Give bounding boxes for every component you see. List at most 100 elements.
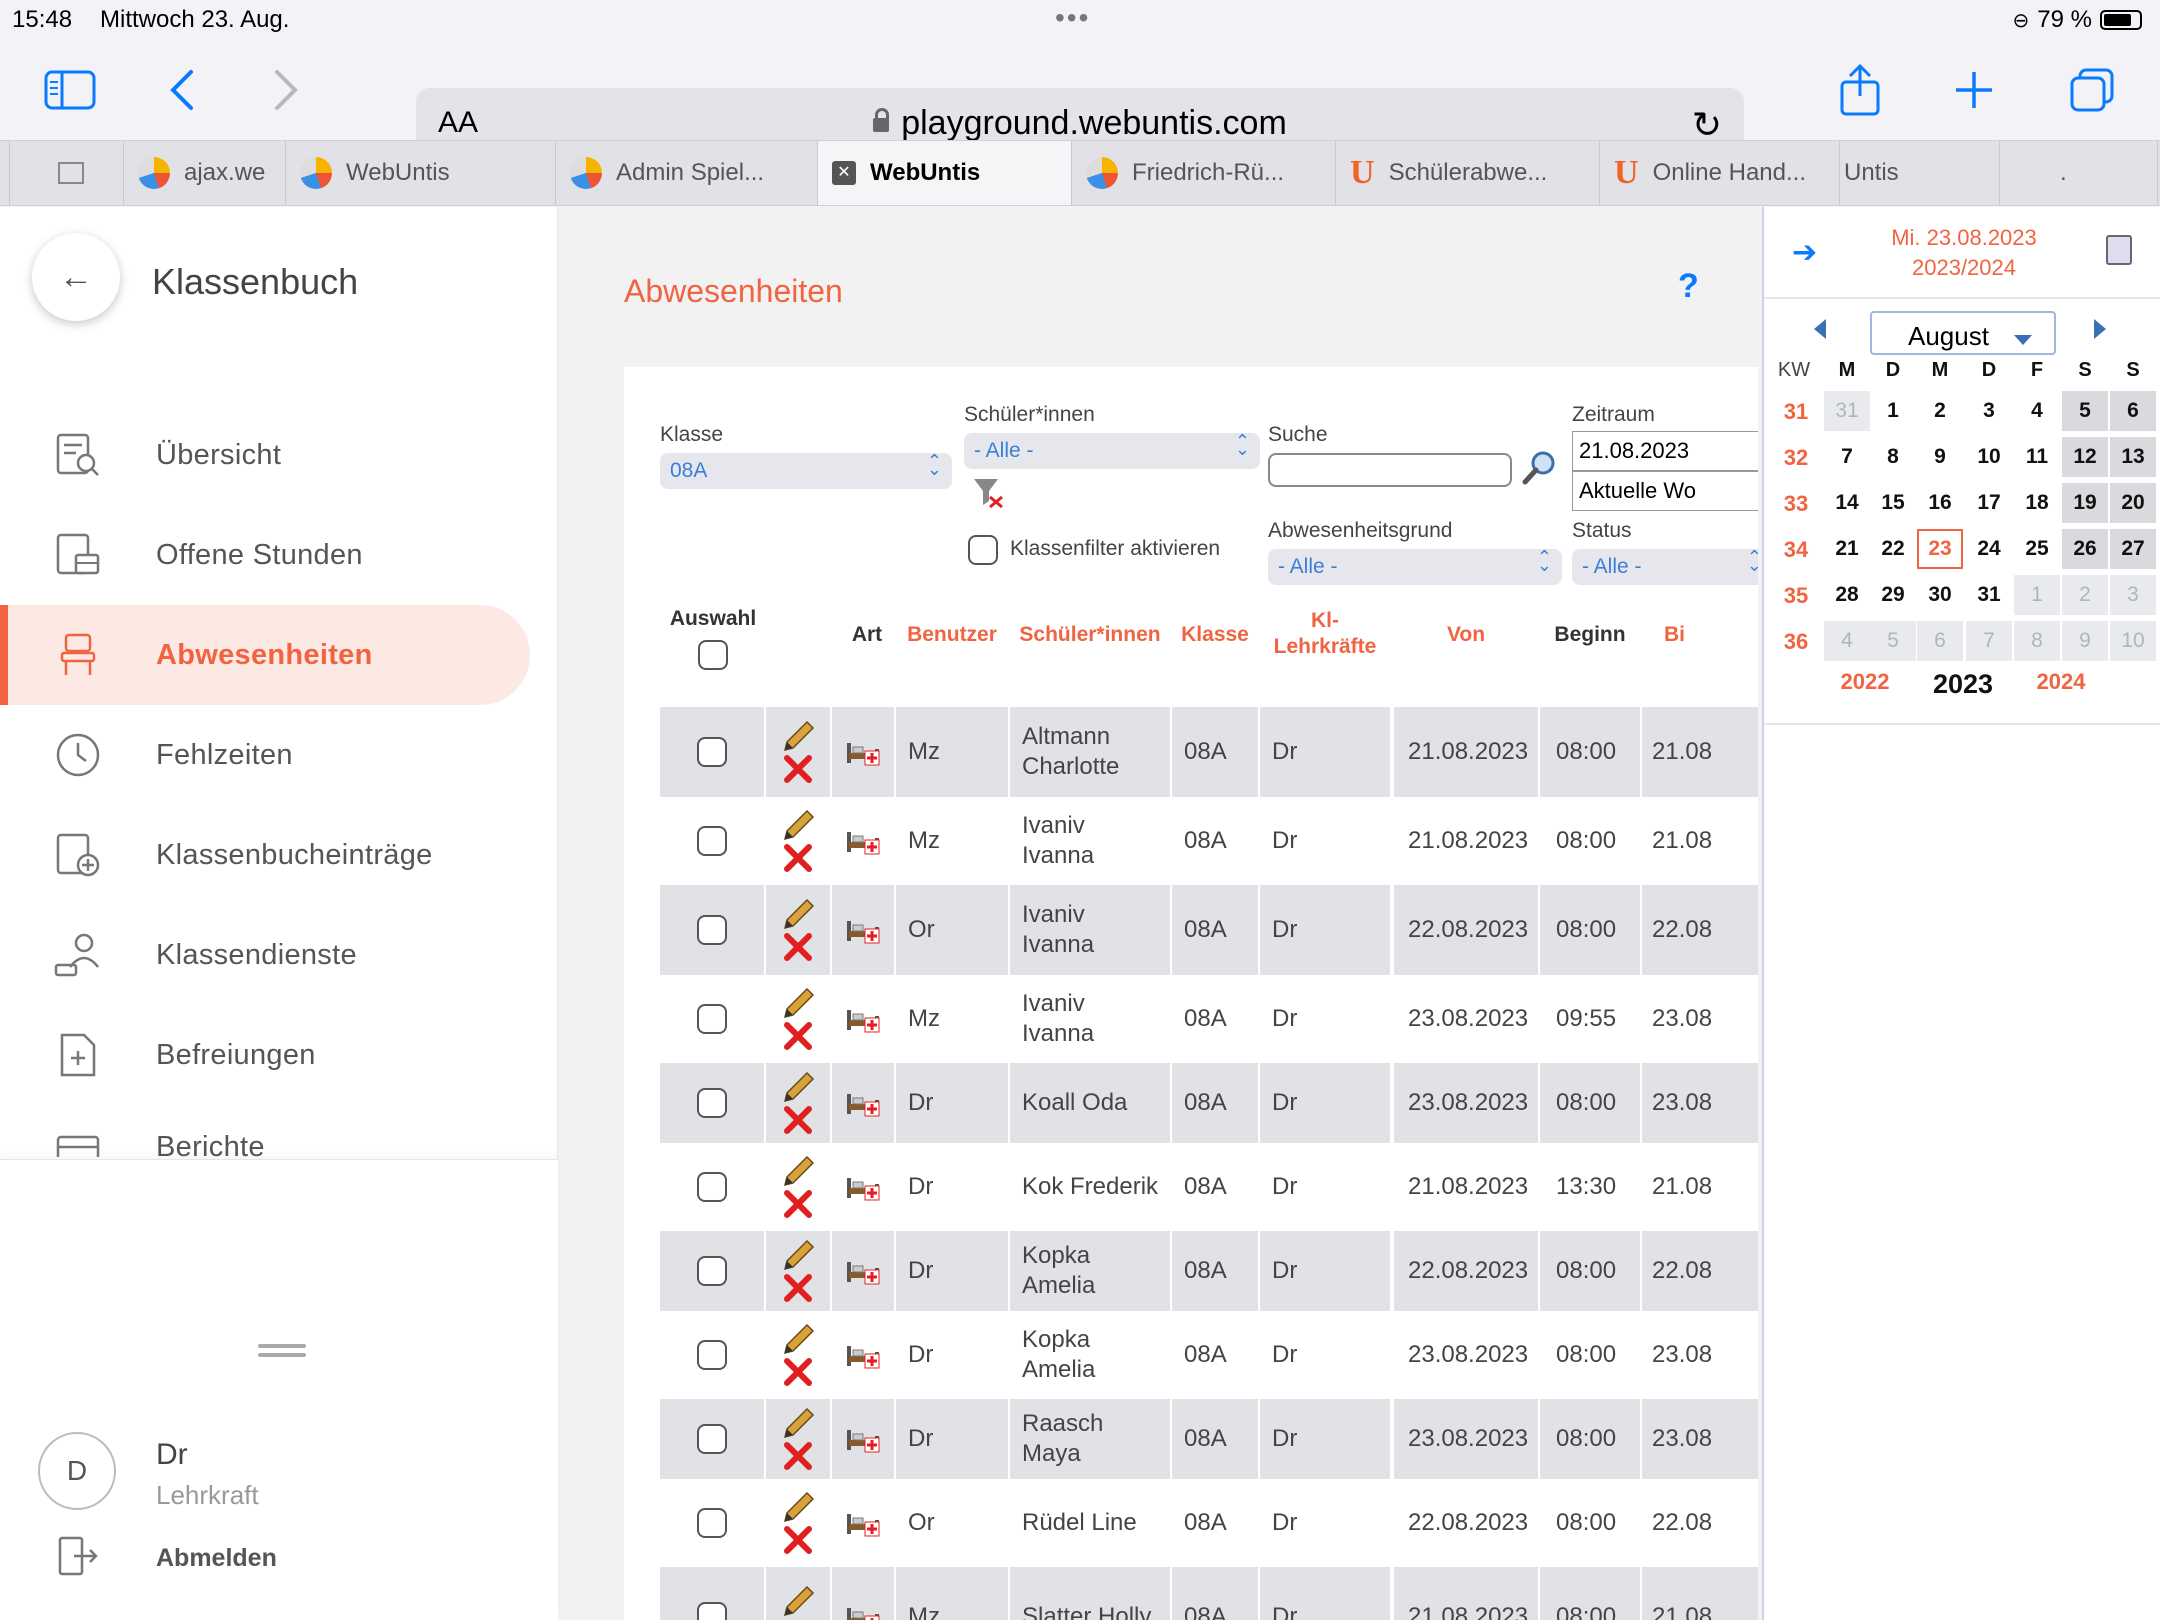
month-select[interactable]: August bbox=[1870, 311, 2056, 355]
tab-1[interactable]: ajax.we bbox=[124, 141, 286, 205]
calendar-day[interactable]: 27 bbox=[2110, 529, 2156, 569]
delete-icon[interactable] bbox=[783, 1189, 813, 1219]
calendar-day[interactable]: 31 bbox=[1966, 575, 2012, 615]
sidebar-item-fehlzeiten[interactable]: Fehlzeiten bbox=[0, 705, 530, 805]
calendar-day[interactable]: 14 bbox=[1824, 483, 1870, 523]
row-checkbox[interactable] bbox=[697, 1508, 727, 1538]
calendar-day[interactable]: 1 bbox=[2014, 575, 2060, 615]
sidebar-item-berichte[interactable]: Berichte bbox=[0, 1105, 530, 1157]
calendar-day[interactable]: 8 bbox=[1870, 437, 1916, 477]
calendar-day[interactable]: 2 bbox=[1917, 391, 1963, 431]
arrow-right-icon[interactable]: ➔ bbox=[1792, 235, 1817, 270]
row-checkbox[interactable] bbox=[697, 1424, 727, 1454]
calendar-day[interactable]: 26 bbox=[2062, 529, 2108, 569]
year-option[interactable]: 2023 bbox=[1928, 669, 1998, 700]
week-number[interactable]: 36 bbox=[1776, 629, 1816, 655]
calendar-day[interactable]: 15 bbox=[1870, 483, 1916, 523]
calendar-day[interactable]: 28 bbox=[1824, 575, 1870, 615]
week-number[interactable]: 34 bbox=[1776, 537, 1816, 563]
grund-select[interactable]: - Alle - bbox=[1268, 547, 1562, 585]
calendar-day[interactable]: 1 bbox=[1870, 391, 1916, 431]
calendar-day[interactable]: 9 bbox=[2062, 621, 2108, 661]
logout-icon[interactable] bbox=[56, 1534, 100, 1578]
edit-pencil-icon[interactable] bbox=[781, 987, 815, 1021]
close-icon[interactable]: ✕ bbox=[832, 161, 856, 185]
week-number[interactable]: 32 bbox=[1776, 445, 1816, 471]
search-input[interactable] bbox=[1268, 453, 1512, 487]
multitasking-dots[interactable]: ••• bbox=[1055, 2, 1090, 34]
tab-9[interactable]: . bbox=[2000, 141, 2158, 205]
sidebar-item-klassendienste[interactable]: Klassendienste bbox=[0, 905, 530, 1005]
calendar-day[interactable]: 21 bbox=[1824, 529, 1870, 569]
calendar-day[interactable]: 18 bbox=[2014, 483, 2060, 523]
share-icon[interactable] bbox=[1830, 60, 1890, 120]
calendar-day[interactable]: 6 bbox=[1917, 621, 1963, 661]
delete-icon[interactable] bbox=[783, 1105, 813, 1135]
calendar-day[interactable]: 7 bbox=[1824, 437, 1870, 477]
calendar-day[interactable]: 22 bbox=[1870, 529, 1916, 569]
calendar-day[interactable]: 10 bbox=[1966, 437, 2012, 477]
row-checkbox[interactable] bbox=[697, 1602, 727, 1620]
sidebar-item-uebersicht[interactable]: Übersicht bbox=[0, 405, 530, 505]
calendar-day[interactable]: 13 bbox=[2110, 437, 2156, 477]
calendar-day[interactable]: 16 bbox=[1917, 483, 1963, 523]
delete-icon[interactable] bbox=[783, 932, 813, 962]
sidebar-item-befreiungen[interactable]: Befreiungen bbox=[0, 1005, 530, 1105]
status-select[interactable]: - Alle - bbox=[1572, 547, 1758, 585]
tab-4-active[interactable]: ✕ WebUntis bbox=[818, 141, 1072, 205]
sidebar-toggle-icon[interactable] bbox=[40, 60, 100, 120]
tab-5[interactable]: Friedrich-Rü... bbox=[1072, 141, 1336, 205]
schueler-select[interactable]: - Alle - bbox=[964, 431, 1260, 469]
klassenfilter-checkbox[interactable] bbox=[968, 535, 998, 570]
edit-pencil-icon[interactable] bbox=[781, 1585, 815, 1619]
zeitraum-range-select[interactable]: Aktuelle Wo bbox=[1572, 471, 1758, 511]
calendar-day[interactable]: 19 bbox=[2062, 483, 2108, 523]
filter-remove-icon[interactable] bbox=[972, 477, 1004, 509]
delete-icon[interactable] bbox=[783, 1021, 813, 1051]
calendar-icon[interactable] bbox=[2106, 235, 2132, 265]
row-checkbox[interactable] bbox=[697, 826, 727, 856]
calendar-day[interactable]: 7 bbox=[1966, 621, 2012, 661]
year-option[interactable]: 2024 bbox=[2026, 669, 2096, 695]
search-icon[interactable] bbox=[1522, 449, 1558, 485]
klasse-select[interactable]: 08A bbox=[660, 451, 952, 489]
calendar-day[interactable]: 10 bbox=[2110, 621, 2156, 661]
zeitraum-date-input[interactable]: 21.08.2023 bbox=[1572, 431, 1758, 471]
delete-icon[interactable] bbox=[783, 1357, 813, 1387]
edit-pencil-icon[interactable] bbox=[781, 1407, 815, 1441]
forward-icon[interactable] bbox=[256, 60, 316, 120]
row-checkbox[interactable] bbox=[697, 1340, 727, 1370]
calendar-day[interactable]: 17 bbox=[1966, 483, 2012, 523]
calendar-day[interactable]: 29 bbox=[1870, 575, 1916, 615]
delete-icon[interactable] bbox=[783, 1525, 813, 1555]
calendar-day[interactable]: 3 bbox=[1966, 391, 2012, 431]
delete-icon[interactable] bbox=[783, 754, 813, 784]
calendar-day[interactable]: 4 bbox=[1824, 621, 1870, 661]
help-icon[interactable]: ? bbox=[1678, 267, 1699, 306]
calendar-day[interactable]: 8 bbox=[2014, 621, 2060, 661]
sidebar-item-klassenbucheintraege[interactable]: Klassenbucheinträge bbox=[0, 805, 530, 905]
edit-pencil-icon[interactable] bbox=[781, 1155, 815, 1189]
calendar-day[interactable]: 5 bbox=[1870, 621, 1916, 661]
next-month-icon[interactable] bbox=[2094, 319, 2106, 339]
tab-8[interactable]: Untis bbox=[1840, 141, 2000, 205]
tab-2[interactable]: WebUntis bbox=[286, 141, 556, 205]
edit-pencil-icon[interactable] bbox=[781, 1491, 815, 1525]
calendar-day[interactable]: 3 bbox=[2110, 575, 2156, 615]
new-tab-icon[interactable] bbox=[1944, 60, 2004, 120]
row-checkbox[interactable] bbox=[697, 1256, 727, 1286]
tab-0[interactable] bbox=[10, 141, 124, 205]
tab-6[interactable]: U Schülerabwe... bbox=[1336, 141, 1600, 205]
row-checkbox[interactable] bbox=[697, 915, 727, 945]
edit-pencil-icon[interactable] bbox=[781, 809, 815, 843]
week-number[interactable]: 33 bbox=[1776, 491, 1816, 517]
sidebar-item-abwesenheiten[interactable]: Abwesenheiten bbox=[0, 605, 530, 705]
calendar-day[interactable]: 6 bbox=[2110, 391, 2156, 431]
calendar-day[interactable]: 20 bbox=[2110, 483, 2156, 523]
delete-icon[interactable] bbox=[783, 1273, 813, 1303]
edit-pencil-icon[interactable] bbox=[781, 1071, 815, 1105]
row-checkbox[interactable] bbox=[697, 1004, 727, 1034]
calendar-day[interactable]: 2 bbox=[2062, 575, 2108, 615]
back-icon[interactable] bbox=[152, 60, 212, 120]
row-checkbox[interactable] bbox=[697, 737, 727, 767]
